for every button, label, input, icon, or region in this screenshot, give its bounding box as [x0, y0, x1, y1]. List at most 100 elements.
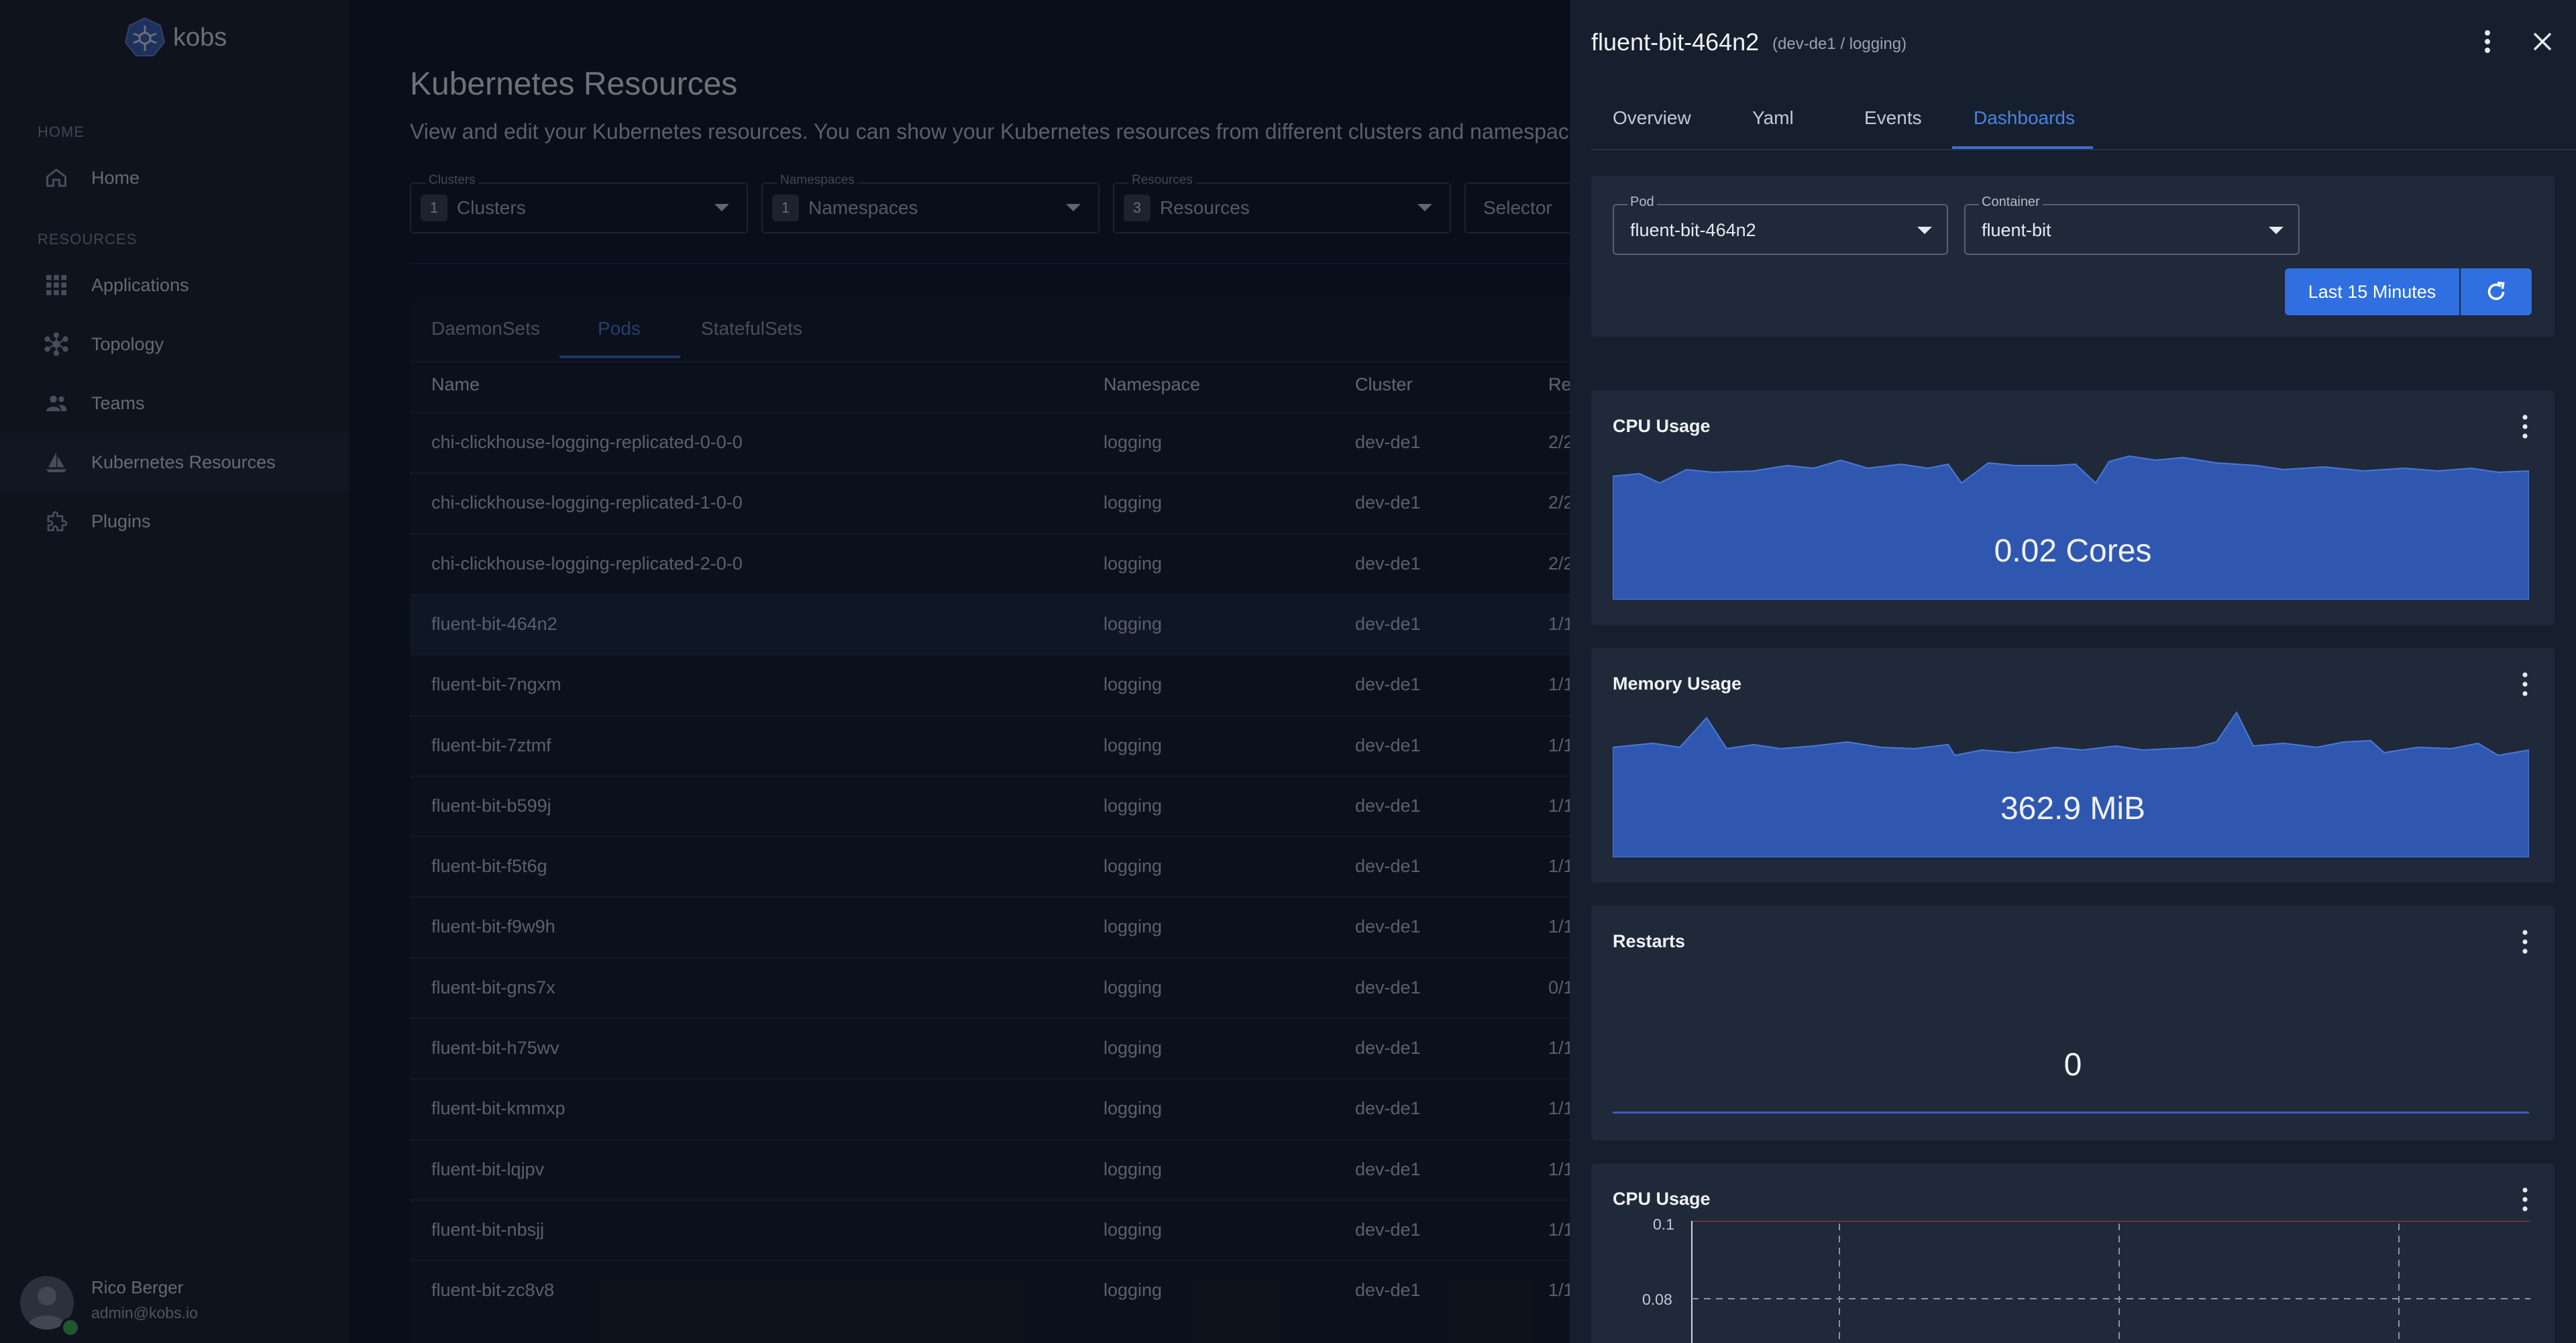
resources-select-label: Resources — [1129, 173, 1195, 188]
kebab-menu-icon[interactable] — [2518, 413, 2532, 440]
sidebar-item-label: Plugins — [91, 511, 151, 531]
table-row[interactable]: fluent-bit-f9w9h logging dev-de1 1/1 — [410, 896, 1574, 958]
table-row[interactable]: fluent-bit-b599j logging dev-de1 1/1 — [410, 775, 1574, 837]
memory-usage-card: Memory Usage 362.9 MiB — [1591, 648, 2555, 883]
chevron-down-icon — [714, 204, 729, 211]
tab-pods[interactable]: Pods — [598, 318, 641, 339]
sidebar-item-kubernetes-resources[interactable]: Kubernetes Resources — [0, 433, 349, 491]
row-name: fluent-bit-gns7x — [431, 977, 555, 998]
row-cluster: dev-de1 — [1355, 1159, 1421, 1179]
namespaces-select[interactable]: Namespaces 1 Namespaces — [761, 173, 1099, 233]
kubernetes-logo-icon — [124, 17, 166, 56]
tab-daemonsets[interactable]: DaemonSets — [431, 318, 540, 339]
kebab-menu-icon[interactable] — [2518, 671, 2532, 698]
table-row[interactable]: fluent-bit-nbsjj logging dev-de1 1/1 — [410, 1199, 1574, 1261]
row-cluster: dev-de1 — [1355, 1280, 1421, 1301]
puzzle-icon — [47, 511, 68, 531]
container-select-value: fluent-bit — [1982, 220, 2051, 240]
pod-select[interactable]: Pod fluent-bit-464n2 — [1613, 195, 1948, 255]
restarts-sparkline — [1613, 1112, 2529, 1114]
sidebar-item-plugins[interactable]: Plugins — [0, 492, 349, 550]
tab-statefulsets[interactable]: StatefulSets — [701, 318, 802, 339]
clusters-select[interactable]: Clusters 1 Clusters — [410, 173, 748, 233]
row-name: fluent-bit-nbsjj — [431, 1219, 545, 1240]
row-namespace: logging — [1104, 1219, 1163, 1240]
selector-placeholder: Selector — [1483, 197, 1552, 218]
row-cluster: dev-de1 — [1355, 1219, 1421, 1240]
tab-events[interactable]: Events — [1864, 107, 1922, 129]
sidebar-item-home[interactable]: Home — [0, 149, 349, 207]
row-name: fluent-bit-f9w9h — [431, 916, 555, 937]
table-row[interactable]: chi-clickhouse-logging-replicated-2-0-0 l… — [410, 533, 1574, 595]
column-header-namespace[interactable]: Namespace — [1104, 374, 1200, 395]
online-status-icon — [60, 1318, 80, 1338]
row-cluster: dev-de1 — [1355, 856, 1421, 877]
pod-select-label: Pod — [1627, 195, 1657, 210]
sidebar: kobs HOME Home RESOURCES Applications To… — [0, 0, 349, 1343]
grid-icon — [46, 275, 66, 295]
divider — [1591, 149, 2576, 150]
table-row[interactable]: fluent-bit-7ztmf logging dev-de1 1/1 — [410, 714, 1574, 777]
row-name: fluent-bit-b599j — [431, 795, 551, 816]
memory-sparkline — [1613, 711, 2529, 857]
sidebar-item-label: Teams — [91, 392, 145, 413]
table-row[interactable]: fluent-bit-kmmxp logging dev-de1 1/1 — [410, 1078, 1574, 1140]
row-cluster: dev-de1 — [1355, 492, 1421, 513]
sidebar-item-applications[interactable]: Applications — [0, 256, 349, 314]
namespaces-count-badge: 1 — [772, 195, 799, 221]
resources-select-value: Resources — [1160, 197, 1250, 218]
memory-usage-value: 362.9 MiB — [2000, 791, 2146, 826]
table-row[interactable]: chi-clickhouse-logging-replicated-1-0-0 l… — [410, 472, 1574, 534]
user-email: admin@kobs.io — [91, 1304, 198, 1322]
resources-select[interactable]: Resources 3 Resources — [1113, 173, 1451, 233]
sidebar-item-teams[interactable]: Teams — [0, 374, 349, 432]
column-header-name[interactable]: Name — [431, 374, 480, 395]
table-row[interactable]: fluent-bit-h75wv logging dev-de1 1/1 — [410, 1018, 1574, 1079]
section-label-home: HOME — [38, 123, 85, 140]
cpu-sparkline — [1613, 455, 2529, 600]
kebab-menu-icon[interactable] — [2471, 25, 2504, 58]
close-icon[interactable] — [2526, 25, 2559, 58]
row-cluster: dev-de1 — [1355, 553, 1421, 574]
row-cluster: dev-de1 — [1355, 735, 1421, 755]
sidebar-item-topology[interactable]: Topology — [0, 315, 349, 373]
pod-select-value: fluent-bit-464n2 — [1630, 220, 1756, 240]
row-cluster: dev-de1 — [1355, 916, 1421, 937]
table-row[interactable]: fluent-bit-7ngxm logging dev-de1 1/1 — [410, 654, 1574, 716]
row-namespace: logging — [1104, 1280, 1163, 1301]
divider — [410, 361, 1570, 362]
user-name: Rico Berger — [91, 1277, 184, 1297]
tab-dashboards[interactable]: Dashboards — [1974, 107, 2075, 129]
app-name: kobs — [173, 23, 227, 52]
table-row[interactable]: fluent-bit-gns7x logging dev-de1 0/1 — [410, 957, 1574, 1019]
cpu-usage-card: CPU Usage 0.02 Cores — [1591, 390, 2555, 625]
tab-overview[interactable]: Overview — [1613, 107, 1691, 129]
divider — [410, 263, 1570, 264]
refresh-button[interactable] — [2461, 268, 2532, 315]
table-row[interactable]: fluent-bit-f5t6g logging dev-de1 1/1 — [410, 836, 1574, 898]
column-header-ready[interactable]: Re — [1548, 374, 1572, 395]
row-cluster: dev-de1 — [1355, 795, 1421, 816]
table-row[interactable]: fluent-bit-zc8v8 logging dev-de1 1/1 — [410, 1260, 1574, 1322]
card-title: Memory Usage — [1613, 674, 1742, 694]
table-row[interactable]: fluent-bit-lqjpv logging dev-de1 1/1 — [410, 1138, 1574, 1201]
tab-yaml[interactable]: Yaml — [1752, 107, 1794, 129]
user-menu[interactable]: Rico Berger admin@kobs.io — [0, 1258, 349, 1343]
row-name: fluent-bit-kmmxp — [431, 1098, 566, 1119]
namespaces-select-label: Namespaces — [777, 173, 857, 188]
row-name: fluent-bit-zc8v8 — [431, 1280, 555, 1301]
topology-icon — [44, 332, 68, 356]
row-namespace: logging — [1104, 674, 1163, 695]
container-select[interactable]: Container fluent-bit — [1964, 195, 2300, 255]
row-namespace: logging — [1104, 1098, 1163, 1119]
table-row[interactable]: chi-clickhouse-logging-replicated-0-0-0 l… — [410, 412, 1574, 474]
kebab-menu-icon[interactable] — [2518, 1186, 2532, 1213]
table-row[interactable]: fluent-bit-464n2 logging dev-de1 1/1 — [410, 593, 1574, 655]
column-header-cluster[interactable]: Cluster — [1355, 374, 1413, 395]
row-cluster: dev-de1 — [1355, 432, 1421, 452]
page-description: View and edit your Kubernetes resources.… — [410, 119, 1627, 144]
row-name: fluent-bit-f5t6g — [431, 856, 547, 877]
app-logo[interactable]: kobs — [123, 16, 227, 59]
time-range-button[interactable]: Last 15 Minutes — [2285, 268, 2459, 315]
kebab-menu-icon[interactable] — [2518, 928, 2532, 955]
